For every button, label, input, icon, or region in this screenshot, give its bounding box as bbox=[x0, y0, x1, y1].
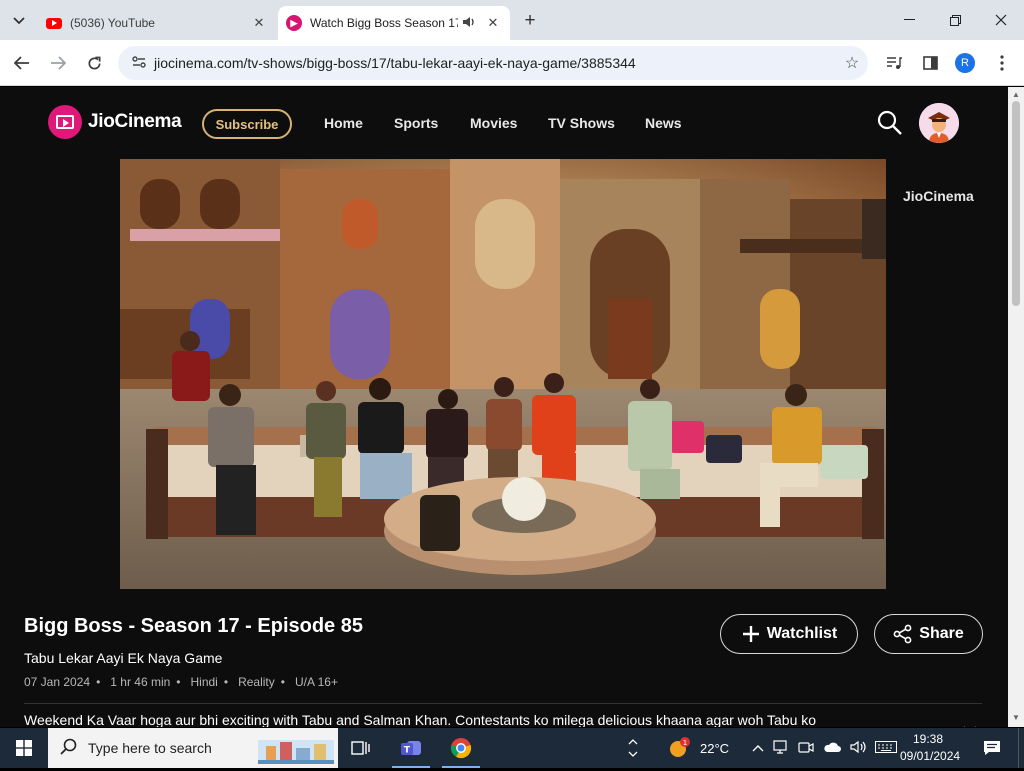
menu-kebab-icon[interactable] bbox=[990, 51, 1014, 75]
episode-description: Weekend Ka Vaar hoga aur bhi exciting wi… bbox=[24, 712, 817, 727]
reload-button[interactable] bbox=[80, 49, 108, 77]
nav-news[interactable]: News bbox=[645, 115, 682, 131]
system-clock[interactable]: 19:38 09/01/2024 bbox=[900, 731, 961, 765]
network-icon[interactable] bbox=[773, 739, 789, 757]
share-button[interactable]: Share bbox=[874, 614, 983, 654]
onedrive-cloud-icon[interactable] bbox=[823, 741, 841, 756]
teams-icon[interactable]: T bbox=[388, 728, 434, 768]
page-scrollbar[interactable]: ▲ ▼ bbox=[1008, 87, 1024, 727]
meet-now-icon[interactable] bbox=[798, 740, 814, 757]
close-window-button[interactable] bbox=[978, 0, 1024, 40]
svg-text:T: T bbox=[404, 746, 411, 756]
weather-icon: 1 bbox=[666, 735, 692, 761]
episode-meta: 07 Jan 2024 • 1 hr 46 min • Hindi • Reality… bbox=[24, 675, 338, 689]
show-desktop-button[interactable] bbox=[1018, 728, 1024, 768]
url-text[interactable]: jiocinema.com/tv-shows/bigg-boss/17/tabu… bbox=[154, 55, 836, 71]
nav-home[interactable]: Home bbox=[324, 115, 363, 131]
site-settings-icon[interactable] bbox=[124, 55, 154, 71]
jiocinema-icon: ▶ bbox=[286, 15, 302, 31]
clock-date: 09/01/2024 bbox=[900, 749, 961, 763]
search-icon[interactable] bbox=[876, 109, 904, 137]
duration: 1 hr 46 min bbox=[110, 675, 171, 689]
side-panel-icon[interactable] bbox=[918, 51, 942, 75]
plus-icon bbox=[742, 626, 759, 642]
chrome-icon[interactable] bbox=[438, 728, 484, 768]
language: Hindi bbox=[190, 675, 218, 689]
task-view-icon[interactable] bbox=[338, 728, 384, 768]
brand-name: JioCinema bbox=[88, 111, 182, 132]
tab-strip: (5036) YouTube ✕ ▶ Watch Bigg Boss Seaso… bbox=[0, 0, 1024, 40]
video-player[interactable] bbox=[120, 159, 886, 589]
close-icon[interactable]: ✕ bbox=[484, 14, 502, 32]
close-icon[interactable]: ✕ bbox=[250, 14, 268, 32]
clock-time: 19:38 bbox=[912, 732, 944, 746]
taskbar-search[interactable]: Type here to search bbox=[48, 728, 338, 768]
watchlist-button[interactable]: Watchlist bbox=[720, 614, 858, 654]
jiocinema-logo[interactable]: JioCinema bbox=[48, 105, 182, 139]
search-highlight-icon bbox=[258, 730, 334, 771]
site-header: JioCinema Subscribe Home Sports Movies T… bbox=[0, 87, 1008, 159]
user-avatar[interactable] bbox=[919, 103, 959, 143]
scroll-down-icon[interactable]: ▼ bbox=[1012, 713, 1020, 722]
nav-tv-shows[interactable]: TV Shows bbox=[548, 115, 615, 131]
windows-start-icon[interactable] bbox=[0, 728, 48, 768]
scrollbar-thumb[interactable] bbox=[1012, 101, 1020, 306]
episode-subtitle: Tabu Lekar Aayi Ek Naya Game bbox=[24, 650, 223, 666]
profile-avatar[interactable]: R bbox=[955, 53, 975, 73]
back-button[interactable] bbox=[8, 49, 36, 77]
genre: Reality bbox=[238, 675, 275, 689]
share-icon bbox=[893, 624, 912, 644]
chevron-up-icon[interactable] bbox=[752, 741, 764, 755]
nav-sports[interactable]: Sports bbox=[394, 115, 438, 131]
divider bbox=[24, 703, 982, 704]
bookmark-star-icon[interactable]: ☆ bbox=[836, 53, 868, 73]
search-icon bbox=[48, 738, 88, 759]
arrow-right-icon bbox=[51, 56, 66, 70]
tab-title: (5036) YouTube bbox=[70, 16, 155, 30]
tab-title: Watch Bigg Boss Season 17 bbox=[310, 16, 458, 30]
action-center-icon[interactable] bbox=[976, 728, 1008, 768]
overflow-chevron-icon[interactable] bbox=[628, 728, 638, 768]
svg-text:1: 1 bbox=[683, 739, 687, 747]
address-bar[interactable]: jiocinema.com/tv-shows/bigg-boss/17/tabu… bbox=[118, 46, 868, 80]
minimize-button[interactable] bbox=[886, 0, 932, 40]
watchlist-label: Watchlist bbox=[766, 625, 838, 642]
subscribe-button[interactable]: Subscribe bbox=[202, 109, 292, 139]
weather-widget[interactable]: 1 22°C bbox=[666, 728, 729, 768]
tab-search-button[interactable] bbox=[6, 8, 32, 34]
restore-button[interactable] bbox=[932, 0, 978, 40]
new-tab-button[interactable]: + bbox=[518, 10, 542, 32]
nav-movies[interactable]: Movies bbox=[470, 115, 517, 131]
jiocinema-page: JioCinema Subscribe Home Sports Movies T… bbox=[0, 87, 1008, 727]
player-watermark: JioCinema bbox=[903, 188, 974, 204]
air-date: 07 Jan 2024 bbox=[24, 675, 91, 689]
video-frame bbox=[120, 159, 886, 589]
media-control-icon[interactable] bbox=[882, 51, 906, 75]
youtube-icon bbox=[46, 15, 62, 31]
scroll-up-icon[interactable]: ▲ bbox=[1012, 90, 1020, 99]
windows-taskbar: Type here to search T 1 22°C 19:38 09/01… bbox=[0, 728, 1024, 768]
episode-title: Bigg Boss - Season 17 - Episode 85 bbox=[24, 615, 363, 637]
search-placeholder: Type here to search bbox=[88, 740, 212, 756]
forward-button[interactable] bbox=[44, 49, 72, 77]
audio-playing-icon[interactable] bbox=[462, 16, 478, 31]
tab-youtube[interactable]: (5036) YouTube ✕ bbox=[38, 6, 276, 40]
arrow-left-icon bbox=[14, 56, 29, 70]
age-rating: U/A 16+ bbox=[294, 675, 338, 689]
reload-icon bbox=[88, 56, 100, 69]
volume-icon[interactable] bbox=[850, 740, 866, 757]
weather-temp: 22°C bbox=[700, 740, 730, 756]
browser-toolbar: jiocinema.com/tv-shows/bigg-boss/17/tabu… bbox=[0, 40, 1024, 86]
share-label: Share bbox=[919, 625, 964, 642]
tab-jiocinema[interactable]: ▶ Watch Bigg Boss Season 17 ✕ bbox=[278, 6, 510, 40]
keyboard-icon[interactable] bbox=[875, 740, 897, 756]
system-tray bbox=[752, 728, 897, 768]
chevron-down-icon[interactable] bbox=[963, 723, 977, 727]
jiocinema-logo-icon bbox=[48, 105, 82, 139]
chevron-down-icon bbox=[13, 17, 25, 25]
